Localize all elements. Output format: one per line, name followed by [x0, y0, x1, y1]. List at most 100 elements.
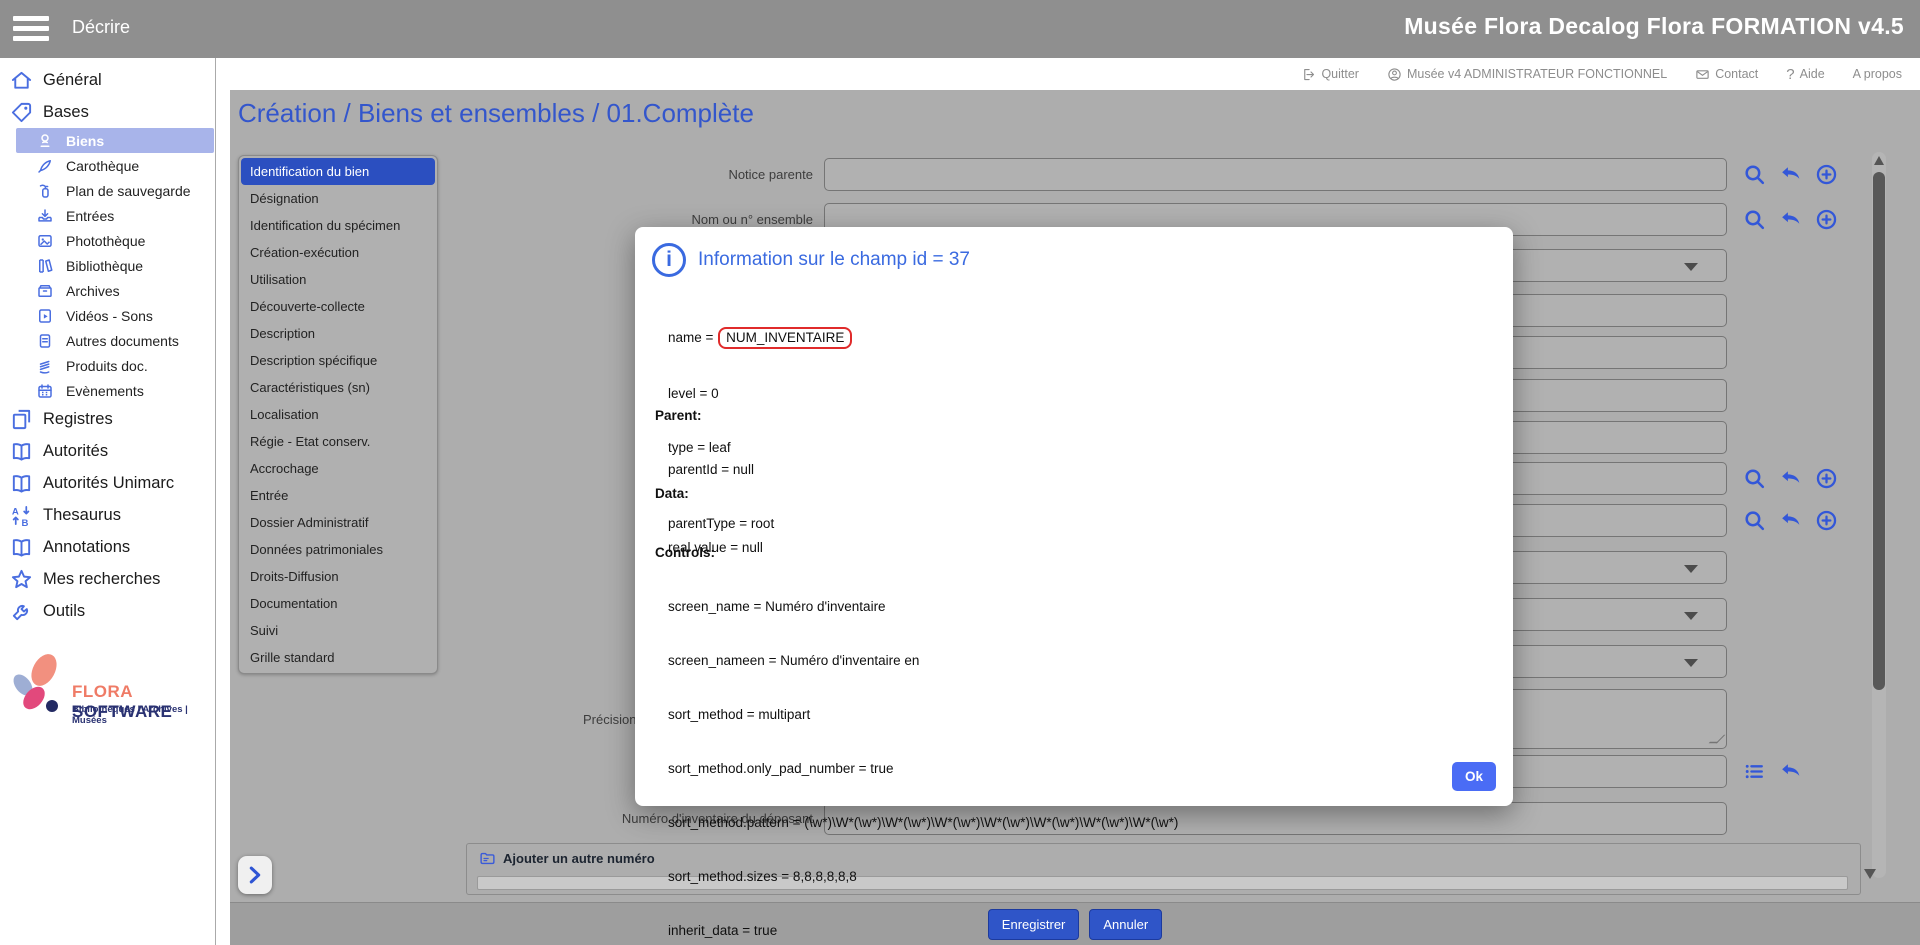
sidebar-item-autorites[interactable]: Autorités — [0, 435, 215, 467]
tab-droits-diffusion[interactable]: Droits-Diffusion — [241, 563, 435, 590]
utility-bar: Quitter Musée v4 ADMINISTRATEUR FONCTION… — [216, 58, 1920, 90]
archive-box-icon — [36, 282, 54, 300]
add-number-header[interactable]: Ajouter un autre numéro — [479, 850, 655, 867]
sidebar-item-evenements[interactable]: Evènements — [0, 378, 215, 403]
tab-utilisation[interactable]: Utilisation — [241, 266, 435, 293]
ok-button[interactable]: Ok — [1452, 762, 1496, 791]
inbox-icon — [36, 207, 54, 225]
tab-description-specifique[interactable]: Description spécifique — [241, 347, 435, 374]
add-icon[interactable] — [1814, 466, 1839, 491]
add-icon[interactable] — [1814, 508, 1839, 533]
sidebar-item-biens[interactable]: Biens — [16, 128, 214, 153]
sidebar-item-bases[interactable]: Bases — [0, 96, 215, 128]
hamburger-menu-icon[interactable] — [13, 16, 49, 42]
tag-icon — [10, 101, 33, 124]
scroll-up-icon[interactable] — [1874, 156, 1884, 165]
sidebar-item-autorites-unimarc[interactable]: Autorités Unimarc — [0, 467, 215, 499]
question-icon: ? — [1786, 66, 1794, 83]
sidebar-item-outils[interactable]: Outils — [0, 595, 215, 627]
sidebar-item-label: Bibliothèque — [66, 258, 143, 274]
search-icon[interactable] — [1742, 466, 1767, 491]
tab-grille-standard[interactable]: Grille standard — [241, 644, 435, 671]
sidebar-item-archives[interactable]: Archives — [0, 278, 215, 303]
data-header: Data: — [655, 485, 763, 503]
add-icon[interactable] — [1814, 207, 1839, 232]
contact-link[interactable]: Contact — [1695, 67, 1758, 82]
undo-icon[interactable] — [1778, 508, 1803, 533]
app-title: Musée Flora Decalog Flora FORMATION v4.5 — [1404, 13, 1904, 40]
video-file-icon — [36, 307, 54, 325]
undo-icon[interactable] — [1778, 466, 1803, 491]
home-icon — [10, 69, 33, 92]
help-link[interactable]: ?Aide — [1786, 66, 1824, 83]
resize-handle-icon[interactable] — [1709, 735, 1726, 743]
sidebar-item-phototheque[interactable]: Photothèque — [0, 228, 215, 253]
sidebar-item-bibliotheque[interactable]: Bibliothèque — [0, 253, 215, 278]
logo-tagline: Bibliothèques | Archives | Musées — [72, 704, 216, 726]
sidebar-item-entrees[interactable]: Entrées — [0, 203, 215, 228]
quit-link[interactable]: Quitter — [1301, 67, 1359, 82]
sidebar-item-label: Autorités Unimarc — [43, 474, 174, 493]
tab-suivi[interactable]: Suivi — [241, 617, 435, 644]
dropdown-arrow-icon — [1684, 263, 1698, 271]
tab-entree[interactable]: Entrée — [241, 482, 435, 509]
calendar-icon — [36, 382, 54, 400]
dropdown-arrow-icon — [1684, 565, 1698, 573]
sidebar-item-label: Registres — [43, 410, 113, 429]
form-tab-list: Identification du bien Désignation Ident… — [238, 155, 438, 674]
sidebar-item-autres-documents[interactable]: Autres documents — [0, 328, 215, 353]
tab-creation-execution[interactable]: Création-exécution — [241, 239, 435, 266]
tab-designation[interactable]: Désignation — [241, 185, 435, 212]
undo-icon[interactable] — [1778, 759, 1803, 784]
quit-label: Quitter — [1321, 67, 1359, 81]
tab-caracteristiques-sn[interactable]: Caractéristiques (sn) — [241, 374, 435, 401]
open-book-icon — [10, 472, 33, 495]
controls-line: sort_method.sizes = 8,8,8,8,8,8 — [655, 868, 1178, 886]
tab-accrochage[interactable]: Accrochage — [241, 455, 435, 482]
about-label: A propos — [1853, 67, 1902, 81]
tab-donnees-patrimoniales[interactable]: Données patrimoniales — [241, 536, 435, 563]
tab-identification-du-bien[interactable]: Identification du bien — [241, 158, 435, 185]
folder-icon — [479, 850, 496, 867]
scroll-down-icon[interactable] — [1864, 869, 1876, 879]
sidebar-item-label: Autorités — [43, 442, 108, 461]
search-icon[interactable] — [1742, 162, 1767, 187]
sidebar-item-thesaurus[interactable]: Thesaurus — [0, 499, 215, 531]
sidebar-item-label: Outils — [43, 602, 85, 621]
sidebar-item-carotheque[interactable]: Carothèque — [0, 153, 215, 178]
sort-alpha-icon — [10, 504, 33, 527]
tab-localisation[interactable]: Localisation — [241, 401, 435, 428]
notice-parente-field[interactable] — [824, 158, 1727, 191]
butterfly-logo-icon — [6, 650, 68, 722]
undo-icon[interactable] — [1778, 207, 1803, 232]
about-link[interactable]: A propos — [1853, 67, 1902, 81]
tab-decouverte-collecte[interactable]: Découverte-collecte — [241, 293, 435, 320]
sidebar-item-produits-doc[interactable]: Produits doc. — [0, 353, 215, 378]
flora-software-logo: FLORA SOFTWARE Bibliothèques | Archives … — [6, 650, 216, 722]
list-icon[interactable] — [1742, 759, 1767, 784]
tab-description[interactable]: Description — [241, 320, 435, 347]
vertical-scrollbar-thumb[interactable] — [1873, 172, 1885, 690]
add-icon[interactable] — [1814, 162, 1839, 187]
sidebar-item-label: Général — [43, 71, 102, 90]
search-icon[interactable] — [1742, 508, 1767, 533]
controls-line: sort_method.only_pad_number = true — [655, 760, 1178, 778]
logo-flora: FLORA — [72, 682, 132, 701]
tab-dossier-administratif[interactable]: Dossier Administratif — [241, 509, 435, 536]
undo-icon[interactable] — [1778, 162, 1803, 187]
sidebar-item-mes-recherches[interactable]: Mes recherches — [0, 563, 215, 595]
dialog-title: Information sur le champ id = 37 — [698, 249, 970, 271]
tab-documentation[interactable]: Documentation — [241, 590, 435, 617]
collapse-panel-button[interactable] — [238, 856, 272, 894]
star-icon — [10, 568, 33, 591]
sidebar-item-annotations[interactable]: Annotations — [0, 531, 215, 563]
dropdown-arrow-icon — [1684, 612, 1698, 620]
search-icon[interactable] — [1742, 207, 1767, 232]
tab-identification-du-specimen[interactable]: Identification du spécimen — [241, 212, 435, 239]
sidebar-item-videos-sons[interactable]: Vidéos - Sons — [0, 303, 215, 328]
tab-regie-etat-conserv[interactable]: Régie - Etat conserv. — [241, 428, 435, 455]
user-account[interactable]: Musée v4 ADMINISTRATEUR FONCTIONNEL — [1387, 67, 1667, 82]
sidebar-item-registres[interactable]: Registres — [0, 403, 215, 435]
sidebar-item-general[interactable]: Général — [0, 64, 215, 96]
sidebar-item-plan-sauvegarde[interactable]: Plan de sauvegarde — [0, 178, 215, 203]
